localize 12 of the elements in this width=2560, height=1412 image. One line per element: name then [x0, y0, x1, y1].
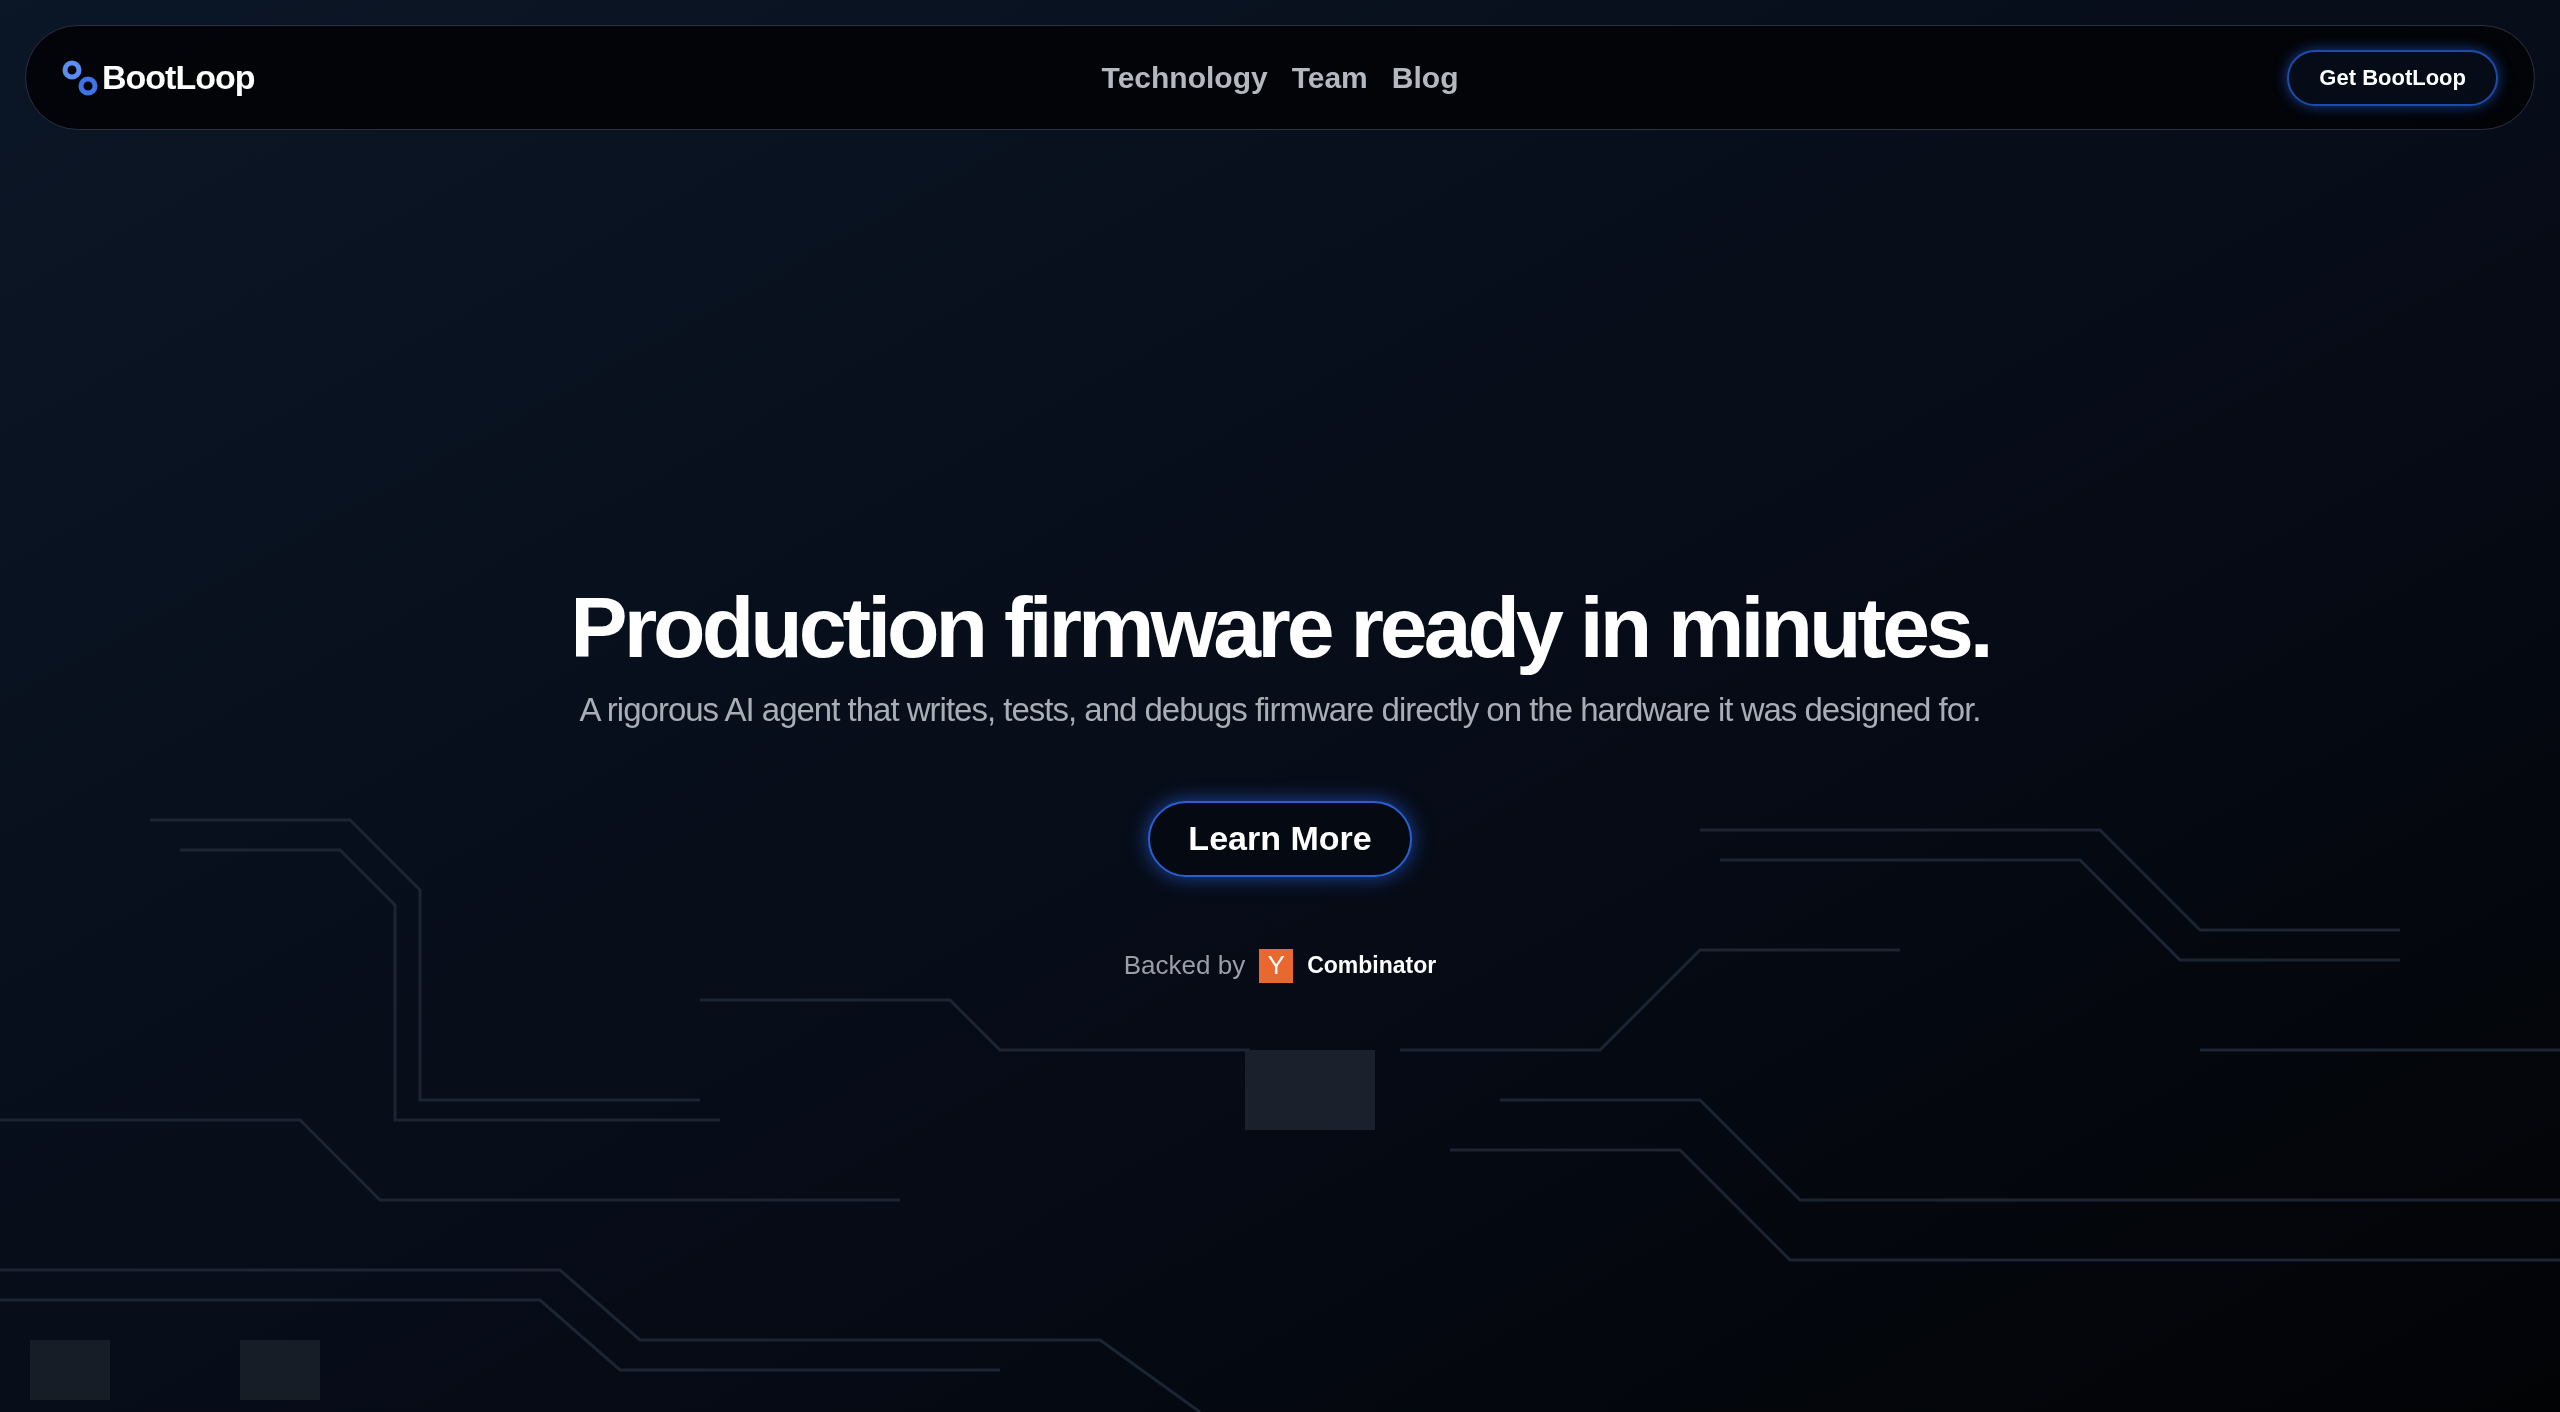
backer-logo-mark: Y — [1259, 948, 1294, 983]
nav-link[interactable]: Technology — [1101, 60, 1268, 95]
logo-link[interactable]: BootLoop — [62, 58, 255, 97]
hero-subtitle: A rigorous AI agent that writes, tests, and debugs firmware directly on the hardware it was designed for. — [579, 690, 1981, 729]
get-app-button[interactable]: Get BootLoop — [2287, 49, 2498, 106]
hero-headline: Production firmware ready in minutes. — [570, 578, 1990, 677]
learn-more-button[interactable]: Learn More — [1148, 800, 1412, 877]
nav-link[interactable]: Blog — [1391, 60, 1459, 95]
linked-rings-icon — [62, 59, 98, 96]
backed-by-label: Backed by — [1123, 950, 1246, 982]
backer-name: Combinator — [1307, 952, 1437, 980]
nav-link[interactable]: Team — [1291, 60, 1368, 95]
